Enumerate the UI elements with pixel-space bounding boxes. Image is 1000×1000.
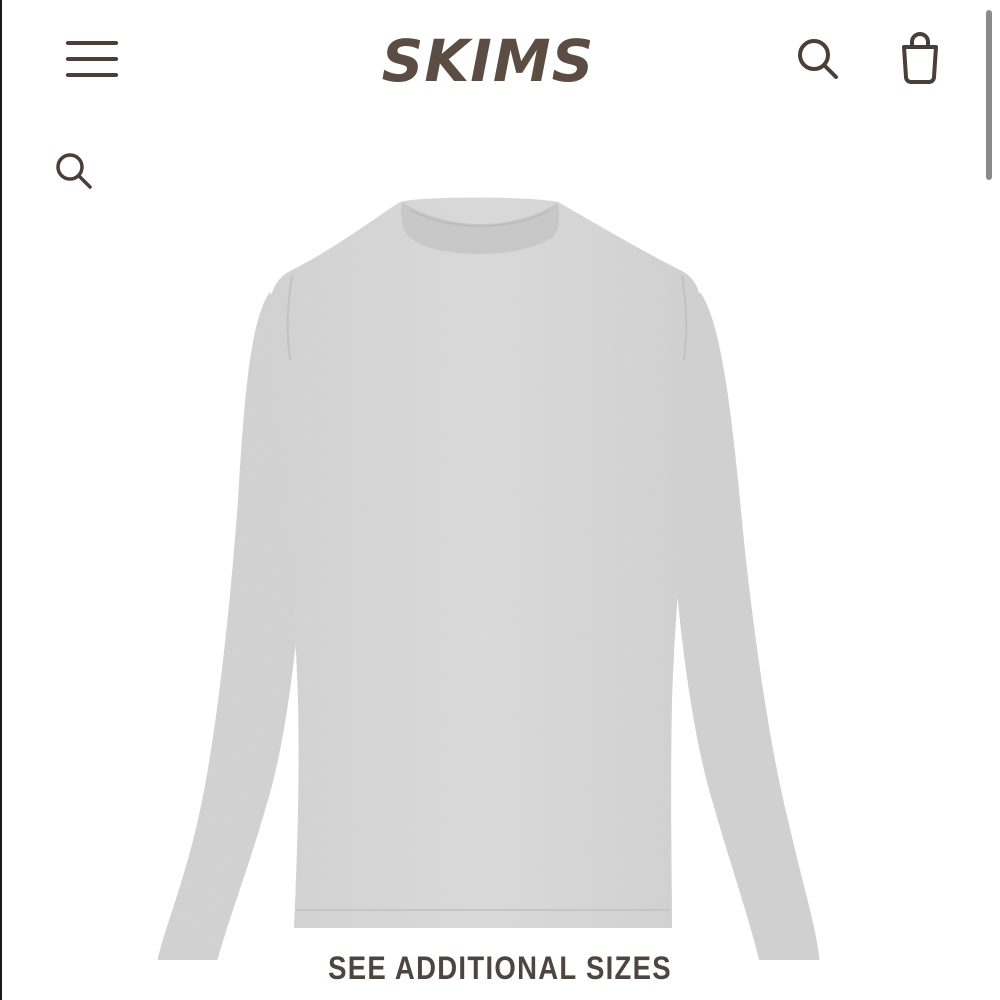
window-edge [0,0,2,1000]
product-image[interactable] [120,180,880,972]
product-page: SKIMS SEE ADDITIONAL SIZES [0,0,1000,1000]
product-search-button[interactable] [48,145,100,197]
scrollbar[interactable] [986,10,992,180]
hamburger-menu-icon [66,41,118,77]
menu-button[interactable] [58,32,124,86]
search-button[interactable] [790,32,846,86]
search-icon [798,39,838,79]
shopping-bag-icon [902,32,938,84]
search-icon [56,153,92,189]
see-additional-sizes-link[interactable]: SEE ADDITIONAL SIZES [285,950,715,987]
shopping-bag-button[interactable] [893,28,947,88]
long-sleeve-top-image [156,197,820,972]
brand-logo[interactable]: SKIMS [368,26,608,95]
logo-text: SKIMS [382,27,595,94]
